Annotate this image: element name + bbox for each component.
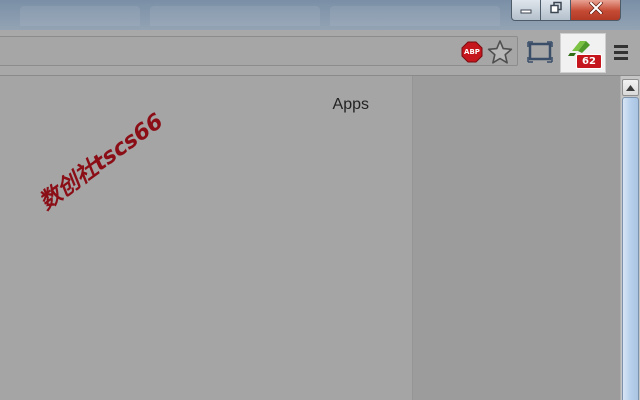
address-bar[interactable] <box>0 36 518 66</box>
bookmark-star-button[interactable] <box>487 39 513 65</box>
menu-button[interactable] <box>612 42 630 62</box>
restore-icon <box>549 1 563 20</box>
extension-badge: 62 <box>576 54 602 69</box>
side-panel <box>412 76 620 400</box>
close-button[interactable] <box>571 0 621 21</box>
scroll-thumb[interactable] <box>622 97 639 400</box>
scroll-up-button[interactable] <box>622 79 639 96</box>
blurred-tab[interactable] <box>20 6 140 26</box>
page-content: Apps 数创社tscs66 <box>0 76 412 400</box>
cast-icon <box>527 41 553 63</box>
restore-button[interactable] <box>541 0 571 21</box>
vertical-scrollbar[interactable] <box>620 76 640 400</box>
apps-link[interactable]: Apps <box>333 96 369 114</box>
browser-window: ABP 62 Apps 数创社tscs66 <box>0 0 640 400</box>
blurred-tab[interactable] <box>150 6 320 26</box>
menu-icon <box>614 45 628 60</box>
browser-toolbar: ABP 62 <box>0 30 640 76</box>
minimize-icon <box>519 1 533 19</box>
arrow-up-icon <box>626 84 635 91</box>
extension-button[interactable]: 62 <box>560 33 606 73</box>
minimize-button[interactable] <box>511 0 541 21</box>
title-bar <box>0 0 640 30</box>
blurred-tab[interactable] <box>330 6 500 26</box>
adblock-button[interactable]: ABP <box>461 41 483 63</box>
adblock-label: ABP <box>464 48 480 56</box>
close-icon <box>588 1 603 19</box>
watermark-text: 数创社tscs66 <box>34 109 169 216</box>
cast-button[interactable] <box>527 40 553 64</box>
star-icon <box>487 40 513 64</box>
